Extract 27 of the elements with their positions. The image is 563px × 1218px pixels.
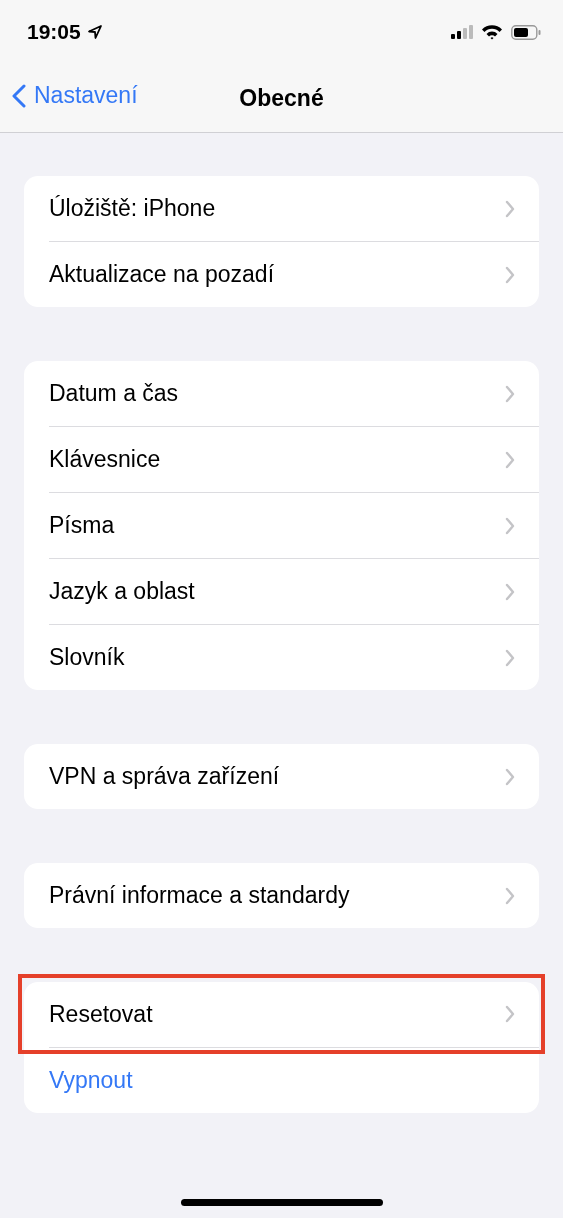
signal-icon — [451, 25, 473, 39]
chevron-right-icon — [505, 199, 515, 218]
settings-row[interactable]: Právní informace a standardy — [24, 863, 539, 928]
settings-row[interactable]: VPN a správa zařízení — [24, 744, 539, 809]
chevron-right-icon — [505, 384, 515, 403]
chevron-right-icon — [505, 648, 515, 667]
page-title: Obecné — [239, 84, 324, 112]
location-arrow-icon — [86, 24, 103, 40]
settings-row[interactable]: Písma — [24, 493, 539, 558]
settings-row[interactable]: Aktualizace na pozadí — [24, 242, 539, 307]
chevron-right-icon — [505, 1005, 515, 1023]
wifi-icon — [481, 24, 503, 40]
chevron-right-icon — [505, 767, 515, 786]
back-button[interactable]: Nastavení — [12, 82, 138, 109]
settings-row[interactable]: Slovník — [24, 625, 539, 690]
status-time: 19:05 — [27, 20, 81, 44]
chevron-right-icon — [505, 265, 515, 284]
battery-icon — [511, 24, 541, 40]
chevron-right-icon — [505, 886, 515, 905]
settings-row[interactable]: Úložiště: iPhone — [24, 176, 539, 241]
chevron-left-icon — [12, 83, 26, 108]
settings-row[interactable]: Jazyk a oblast — [24, 559, 539, 624]
chevron-right-icon — [505, 450, 515, 469]
chevron-right-icon — [505, 582, 515, 601]
chevron-right-icon — [505, 516, 515, 535]
settings-row[interactable]: Klávesnice — [24, 427, 539, 492]
settings-row[interactable]: Datum a čas — [24, 361, 539, 426]
